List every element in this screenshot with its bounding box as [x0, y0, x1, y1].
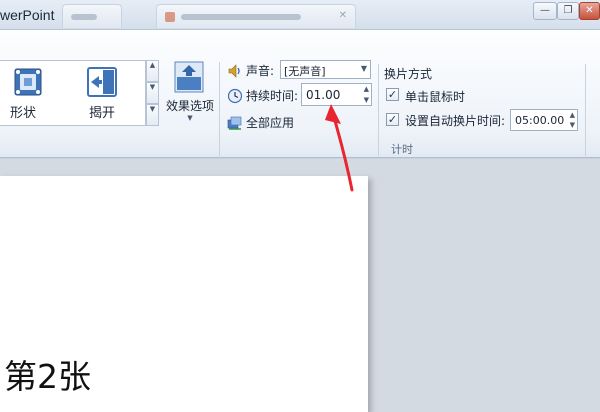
slide-canvas[interactable]: 第2张 [0, 176, 368, 412]
spin-down-icon[interactable]: ▼ [570, 121, 575, 129]
duration-row: 持续时间: [227, 87, 298, 104]
effect-options-icon [174, 61, 204, 93]
sound-row: 声音: [227, 62, 274, 79]
background-window-tab[interactable] [62, 4, 122, 28]
clock-icon [227, 88, 243, 103]
timing-group-label: 计时 [391, 143, 413, 156]
slide-text[interactable]: 第2张 [4, 350, 91, 398]
advance-slide-title: 换片方式 [384, 67, 433, 81]
slide-workspace: 第2张 [0, 159, 600, 412]
auto-advance-spinner[interactable]: 05:00.00 ▲ ▼ [510, 109, 578, 131]
duration-label: 持续时间: [246, 89, 299, 103]
title-bar: werPoint ✕ — ❐ ✕ [0, 0, 600, 30]
auto-advance-label: 设置自动换片时间: [405, 114, 506, 128]
sound-label: 声音: [246, 64, 275, 78]
chevron-down-icon: ▼ [360, 64, 367, 73]
ribbon: 形状 揭开 ▲ ▼ ▼ 效果选项 ▼ 声音: [无声音] ▼ 持续时间: 01.… [0, 30, 600, 182]
gallery-scroll-up[interactable]: ▲ [146, 60, 159, 82]
close-icon[interactable]: ✕ [339, 10, 347, 21]
duration-spinner[interactable]: 01.00 ▲ ▼ [301, 83, 372, 106]
sound-value: [无声音] [284, 65, 326, 78]
gallery-scroll-down[interactable]: ▼ [146, 82, 159, 104]
gallery-item-label: 形状 [9, 106, 36, 121]
minimize-icon: — [540, 5, 550, 16]
chevron-down-icon: ▼ [187, 114, 193, 122]
gallery-item-shape[interactable]: 形状 [0, 64, 46, 122]
close-icon: ✕ [585, 5, 594, 16]
close-button[interactable]: ✕ [579, 2, 600, 20]
gallery-item-uncover[interactable]: 揭开 [74, 64, 130, 122]
gallery-expand-button[interactable]: ▼ [146, 104, 159, 126]
background-window-tab[interactable]: ✕ [156, 4, 356, 28]
group-divider [378, 64, 379, 156]
spin-up-icon[interactable]: ▲ [364, 85, 369, 93]
restore-icon: ❐ [563, 5, 573, 16]
spin-down-icon[interactable]: ▼ [364, 96, 369, 104]
blurred-tab-text [181, 14, 301, 20]
auto-advance-value: 05:00.00 [515, 114, 565, 127]
auto-advance-checkbox[interactable]: ✓ [386, 113, 399, 126]
duration-value: 01.00 [306, 88, 341, 102]
shape-transition-icon [14, 68, 42, 96]
blurred-tab-text [71, 14, 97, 20]
apply-all-icon [227, 116, 242, 130]
sound-select[interactable]: [无声音] ▼ [280, 60, 371, 79]
on-click-label: 单击鼠标时 [405, 90, 466, 104]
spin-up-icon[interactable]: ▲ [570, 111, 575, 119]
on-click-checkbox[interactable]: ✓ [386, 88, 399, 101]
apply-all-button[interactable]: 全部应用 [227, 114, 294, 131]
transition-gallery: 形状 揭开 [0, 60, 146, 126]
apply-all-label: 全部应用 [246, 116, 295, 130]
uncover-transition-icon [87, 67, 117, 97]
effect-options-label: 效果选项 [165, 99, 214, 113]
minimize-button[interactable]: — [533, 2, 557, 20]
sound-icon [228, 63, 240, 78]
gallery-item-label: 揭开 [88, 106, 115, 121]
effect-options-button[interactable]: 效果选项 ▼ [162, 60, 218, 160]
group-divider [585, 64, 586, 156]
powerpoint-icon [165, 12, 175, 22]
app-title: werPoint [0, 7, 55, 23]
restore-button[interactable]: ❐ [557, 2, 579, 20]
